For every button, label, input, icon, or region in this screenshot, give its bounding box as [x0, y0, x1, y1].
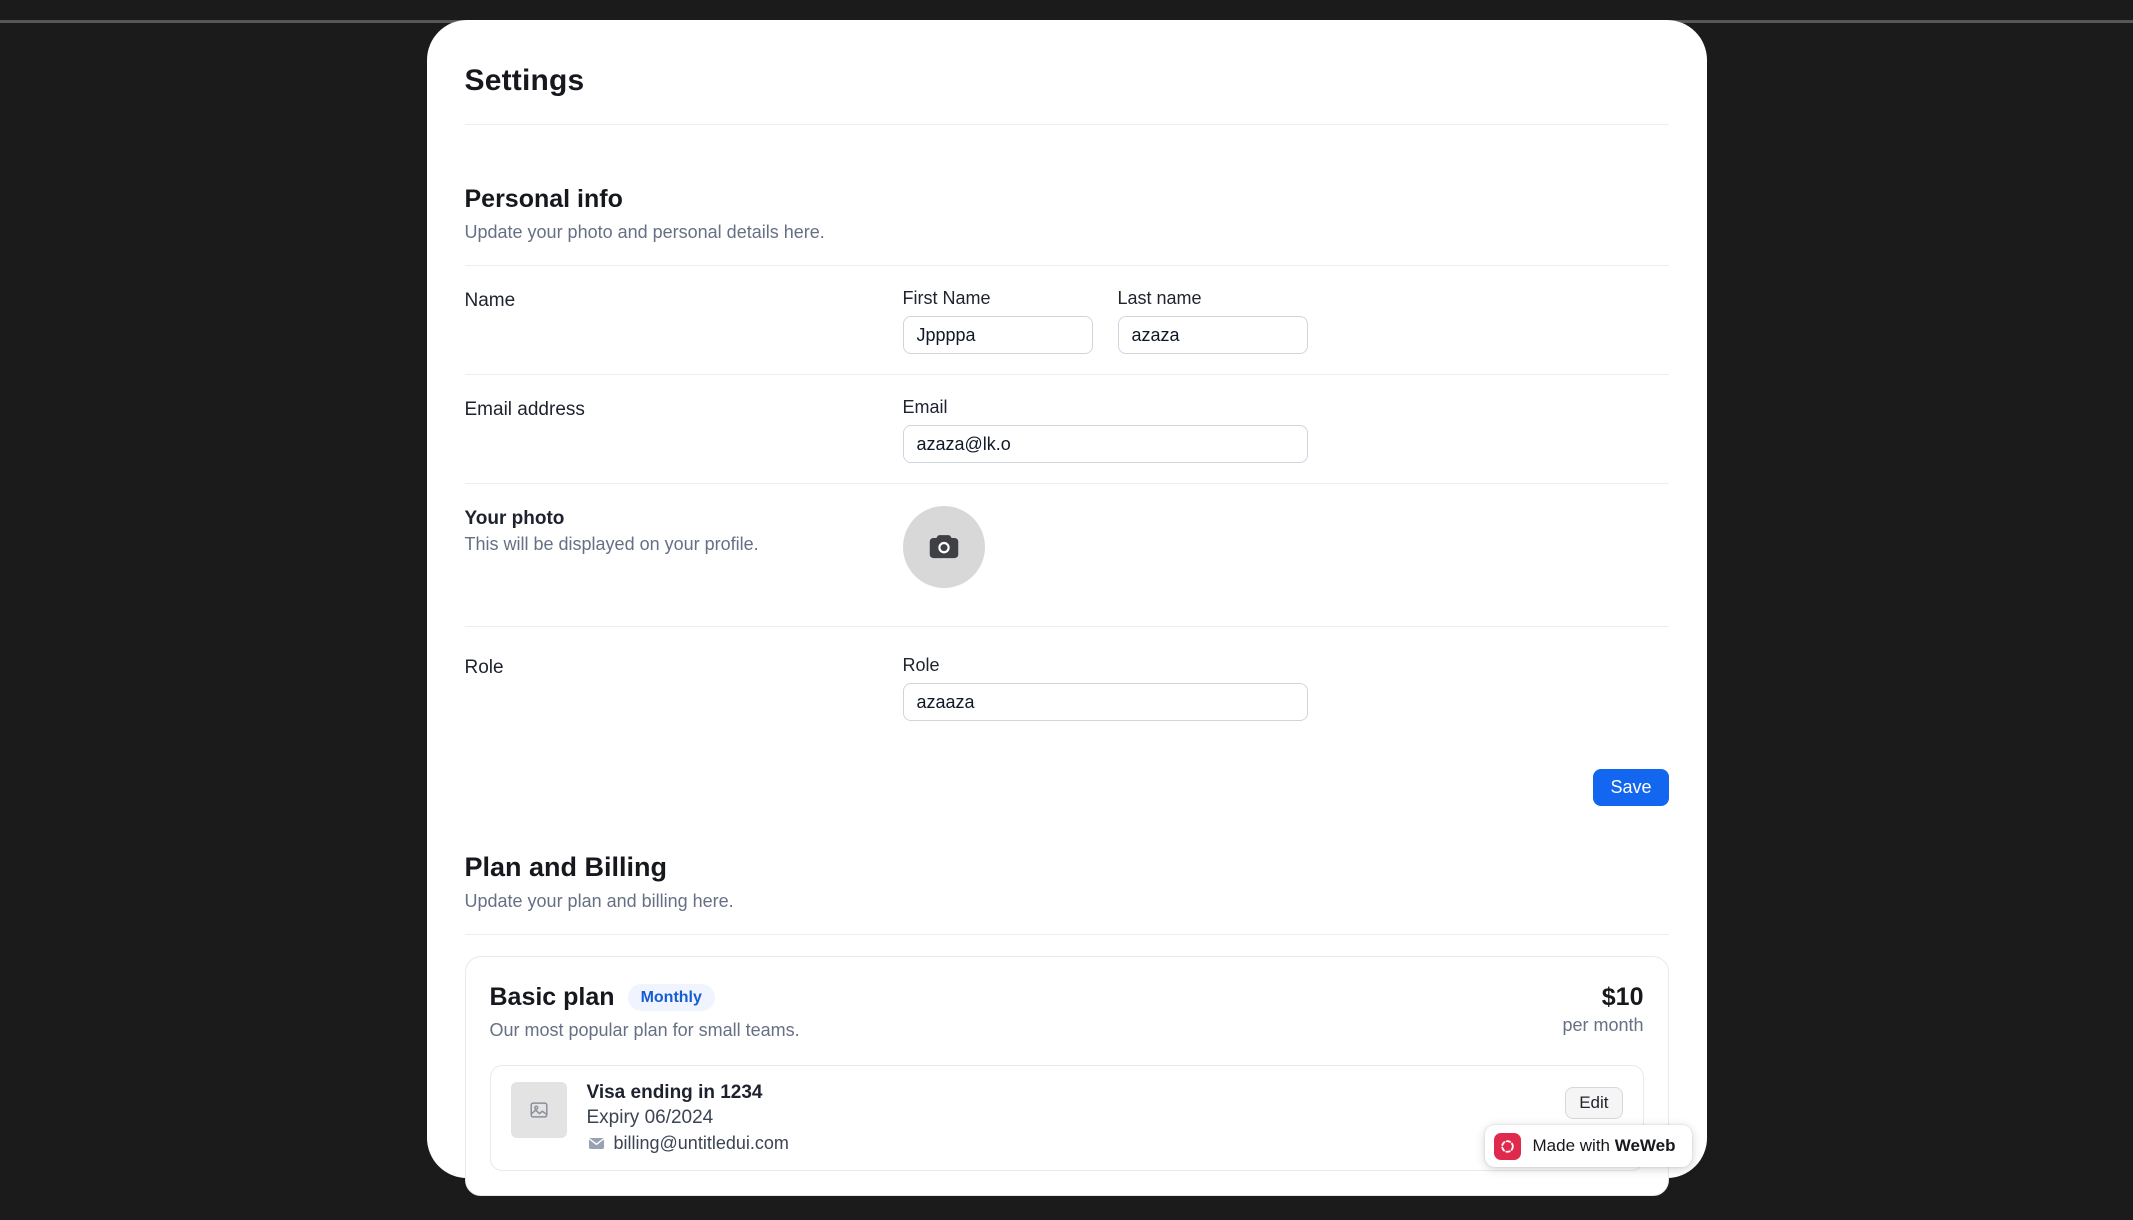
role-field-label: Role: [903, 655, 1308, 676]
weweb-brand-label: WeWeb: [1615, 1136, 1676, 1155]
billing-email: billing@untitledui.com: [614, 1133, 789, 1154]
page-header: Settings: [465, 20, 1669, 125]
email-field-label: Email: [903, 397, 1308, 418]
role-row-label: Role: [465, 657, 903, 679]
plan-description: Our most popular plan for small teams.: [490, 1020, 800, 1041]
weweb-logo-icon: [1494, 1133, 1521, 1160]
edit-payment-button[interactable]: Edit: [1565, 1087, 1622, 1119]
image-placeholder-icon: [528, 1099, 550, 1121]
plan-interval-badge: Monthly: [628, 984, 715, 1011]
settings-panel: Settings Personal info Update your photo…: [427, 20, 1707, 1178]
email-row-label: Email address: [465, 399, 903, 421]
plan-info: Basic plan Monthly Our most popular plan…: [490, 983, 800, 1041]
role-row: Role Role: [465, 627, 1669, 741]
camera-icon: [925, 528, 963, 566]
plan-price-period: per month: [1562, 1015, 1643, 1036]
first-name-label: First Name: [903, 288, 1093, 309]
role-input[interactable]: [903, 683, 1308, 721]
payment-method-row: Visa ending in 1234 Expiry 06/2024 billi…: [490, 1065, 1644, 1171]
personal-info-heading: Personal info: [465, 185, 1669, 214]
last-name-input[interactable]: [1118, 316, 1308, 354]
weweb-badge-text: Made with WeWeb: [1533, 1136, 1676, 1156]
first-name-input[interactable]: [903, 316, 1093, 354]
personal-info-subtitle: Update your photo and personal details h…: [465, 222, 1669, 243]
billing-subtitle: Update your plan and billing here.: [465, 891, 1669, 912]
payment-method-expiry: Expiry 06/2024: [587, 1107, 1546, 1129]
plan-price-block: $10 per month: [1562, 983, 1643, 1036]
envelope-icon: [587, 1134, 606, 1153]
name-row: Name First Name Last name: [465, 266, 1669, 375]
payment-method-title: Visa ending in 1234: [587, 1082, 1546, 1104]
save-row: Save: [465, 741, 1669, 806]
page-title: Settings: [465, 64, 1669, 98]
photo-row-label: Your photo: [465, 508, 903, 530]
name-row-label: Name: [465, 290, 903, 312]
plan-price: $10: [1562, 983, 1643, 1012]
save-button[interactable]: Save: [1593, 769, 1668, 806]
billing-section-header: Plan and Billing Update your plan and bi…: [465, 806, 1669, 935]
email-input[interactable]: [903, 425, 1308, 463]
last-name-label: Last name: [1118, 288, 1308, 309]
made-with-label: Made with: [1533, 1136, 1615, 1155]
profile-photo-upload[interactable]: [903, 506, 985, 588]
photo-row-description: This will be displayed on your profile.: [465, 534, 903, 555]
made-with-weweb-badge[interactable]: Made with WeWeb: [1485, 1125, 1692, 1167]
billing-heading: Plan and Billing: [465, 852, 1669, 883]
payment-method-details: Visa ending in 1234 Expiry 06/2024 billi…: [587, 1082, 1546, 1154]
card-brand-thumbnail: [511, 1082, 567, 1138]
personal-info-section-header: Personal info Update your photo and pers…: [465, 125, 1669, 266]
photo-row: Your photo This will be displayed on you…: [465, 484, 1669, 627]
email-row: Email address Email: [465, 375, 1669, 484]
plan-name: Basic plan: [490, 983, 615, 1012]
